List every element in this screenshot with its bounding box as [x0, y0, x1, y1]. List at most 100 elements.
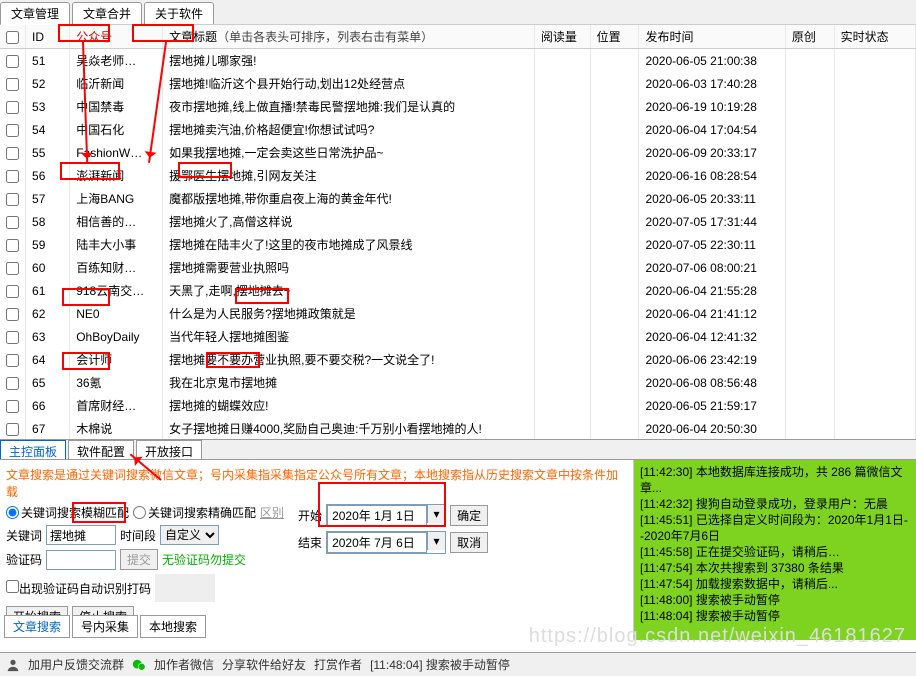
mtab-open-api[interactable]: 开放接口 — [136, 440, 202, 459]
table-row[interactable]: 53中国禁毒夜市摆地摊,线上做直播!禁毒民警摆地摊:我们是认真的2020-06-… — [0, 95, 916, 118]
table-row[interactable]: 6536氪我在北京鬼市摆地摊2020-06-08 08:56:48 — [0, 371, 916, 394]
reward-link[interactable]: 打赏作者 — [314, 656, 362, 673]
period-select[interactable]: 自定义 — [160, 525, 219, 545]
cell-id: 54 — [26, 118, 70, 141]
cell-reads — [534, 394, 590, 417]
captcha-submit-button[interactable]: 提交 — [120, 549, 158, 570]
row-checkbox[interactable] — [6, 262, 19, 275]
row-checkbox[interactable] — [6, 124, 19, 137]
radio-exact-wrap[interactable]: 关键词搜索精确匹配 — [133, 504, 256, 521]
cell-orig — [785, 394, 834, 417]
col-title-hint: （单击各表头可排序，列表右击有菜单） — [217, 30, 433, 44]
kw-input[interactable] — [46, 525, 116, 545]
col-time[interactable]: 发布时间 — [639, 25, 785, 49]
end-date-input[interactable]: 2020年 7月 6日 — [327, 532, 427, 553]
radio-fuzzy[interactable] — [6, 506, 19, 519]
row-checkbox[interactable] — [6, 354, 19, 367]
end-date-label: 结束 — [298, 534, 322, 551]
table-row[interactable]: 59陆丰大小事摆地摊在陆丰火了!这里的夜市地摊成了风景线2020-07-05 2… — [0, 233, 916, 256]
table-row[interactable]: 58相信善的…摆地摊火了,高僧这样说2020-07-05 17:31:44 — [0, 210, 916, 233]
log-line: [11:48:04] 搜索被手动暂停 — [640, 608, 910, 624]
table-row[interactable]: 56澎湃新闻援鄂医生摆地摊,引网友关注2020-06-16 08:28:54 — [0, 164, 916, 187]
auto-captcha-checkbox[interactable] — [6, 580, 19, 593]
radio-fuzzy-wrap[interactable]: 关键词搜索模糊匹配 — [6, 504, 129, 521]
row-checkbox[interactable] — [6, 193, 19, 206]
chevron-down-icon[interactable]: ▾ — [427, 505, 445, 523]
table-row[interactable]: 63OhBoyDaily当代年轻人摆地摊图鉴2020-06-04 12:41:3… — [0, 325, 916, 348]
cell-id: 64 — [26, 348, 70, 371]
table-row[interactable]: 52临沂新闻摆地摊!临沂这个县开始行动,划出12处经营点2020-06-03 1… — [0, 72, 916, 95]
date-cancel-button[interactable]: 取消 — [450, 532, 488, 553]
cell-id: 60 — [26, 256, 70, 279]
row-checkbox[interactable] — [6, 423, 19, 436]
row-checkbox[interactable] — [6, 55, 19, 68]
feedback-group-link[interactable]: 加用户反馈交流群 — [28, 656, 124, 673]
row-checkbox[interactable] — [6, 101, 19, 114]
row-checkbox[interactable] — [6, 377, 19, 390]
row-checkbox[interactable] — [6, 216, 19, 229]
col-chk[interactable] — [0, 25, 26, 49]
cell-reads — [534, 233, 590, 256]
cell-time: 2020-06-05 21:59:17 — [639, 394, 785, 417]
row-checkbox[interactable] — [6, 400, 19, 413]
col-status[interactable]: 实时状态 — [834, 25, 915, 49]
cell-title: 摆地摊卖汽油,价格超便宜!你想试试吗? — [163, 118, 535, 141]
cell-time: 2020-06-03 17:40:28 — [639, 72, 785, 95]
cell-pos — [590, 141, 639, 164]
diff-link[interactable]: 区别 — [260, 504, 284, 521]
date-ok-button[interactable]: 确定 — [450, 505, 488, 526]
table-row[interactable]: 67木棉说女子摆地摊日赚4000,奖励自己奥迪:千万别小看摆地摊的人!2020-… — [0, 417, 916, 440]
mtab-software-config[interactable]: 软件配置 — [68, 440, 134, 459]
author-wechat-link[interactable]: 加作者微信 — [154, 656, 214, 673]
row-checkbox[interactable] — [6, 147, 19, 160]
row-checkbox[interactable] — [6, 308, 19, 321]
col-account[interactable]: 公众号 — [70, 25, 163, 49]
cell-orig — [785, 233, 834, 256]
mtab-main-panel[interactable]: 主控面板 — [0, 440, 66, 459]
captcha-hint: 无验证码勿提交 — [162, 551, 246, 568]
cell-orig — [785, 72, 834, 95]
col-orig[interactable]: 原创 — [785, 25, 834, 49]
row-checkbox[interactable] — [6, 285, 19, 298]
captcha-input[interactable] — [46, 550, 116, 570]
cell-status — [834, 417, 915, 440]
table-row[interactable]: 54中国石化摆地摊卖汽油,价格超便宜!你想试试吗?2020-06-04 17:0… — [0, 118, 916, 141]
lt-local-search[interactable]: 本地搜索 — [140, 615, 206, 638]
table-row[interactable]: 66首席财经…摆地摊的蝴蝶效应!2020-06-05 21:59:17 — [0, 394, 916, 417]
cell-account: 中国禁毒 — [70, 95, 163, 118]
radio-exact[interactable] — [133, 506, 146, 519]
table-row[interactable]: 51吴焱老师…摆地摊儿哪家强!2020-06-05 21:00:38 — [0, 49, 916, 73]
cell-pos — [590, 417, 639, 440]
cell-pos — [590, 95, 639, 118]
tab-about[interactable]: 关于软件 — [144, 2, 214, 24]
tab-article-manage[interactable]: 文章管理 — [0, 2, 70, 25]
row-checkbox[interactable] — [6, 331, 19, 344]
tab-article-merge[interactable]: 文章合并 — [72, 2, 142, 24]
table-row[interactable]: 57上海BANG魔都版摆地摊,带你重启夜上海的黄金年代!2020-06-05 2… — [0, 187, 916, 210]
col-pos[interactable]: 位置 — [590, 25, 639, 49]
cell-pos — [590, 72, 639, 95]
col-title[interactable]: 文章标题（单击各表头可排序，列表右击有菜单） — [163, 25, 535, 49]
col-id[interactable]: ID — [26, 25, 70, 49]
row-checkbox[interactable] — [6, 239, 19, 252]
lt-article-search[interactable]: 文章搜索 — [4, 615, 70, 638]
col-reads[interactable]: 阅读量 — [534, 25, 590, 49]
table-row[interactable]: 61918云南交…天黑了,走啊,摆地摊去~2020-06-04 21:55:28 — [0, 279, 916, 302]
row-checkbox[interactable] — [6, 170, 19, 183]
cell-pos — [590, 256, 639, 279]
cell-title: 我在北京鬼市摆地摊 — [163, 371, 535, 394]
chevron-down-icon[interactable]: ▾ — [427, 532, 445, 550]
select-all-checkbox[interactable] — [6, 31, 19, 44]
cell-pos — [590, 371, 639, 394]
table-row[interactable]: 64会计师摆地摊要不要办营业执照,要不要交税?一文说全了!2020-06-06 … — [0, 348, 916, 371]
table-row[interactable]: 55FashionW…如果我摆地摊,一定会卖这些日常洗护品~2020-06-09… — [0, 141, 916, 164]
lt-account-collect[interactable]: 号内采集 — [72, 615, 138, 638]
table-row[interactable]: 62NE0什么是为人民服务?摆地摊政策就是2020-06-04 21:41:12 — [0, 302, 916, 325]
row-checkbox[interactable] — [6, 78, 19, 91]
share-link[interactable]: 分享软件给好友 — [222, 656, 306, 673]
cell-time: 2020-06-19 10:19:28 — [639, 95, 785, 118]
start-date-input[interactable]: 2020年 1月 1日 — [327, 505, 427, 526]
auto-captcha-wrap[interactable]: 出现验证码自动识别打码 — [6, 580, 151, 597]
kw-label: 关键词 — [6, 527, 42, 544]
table-row[interactable]: 60百练知财…摆地摊需要营业执照吗2020-07-06 08:00:21 — [0, 256, 916, 279]
